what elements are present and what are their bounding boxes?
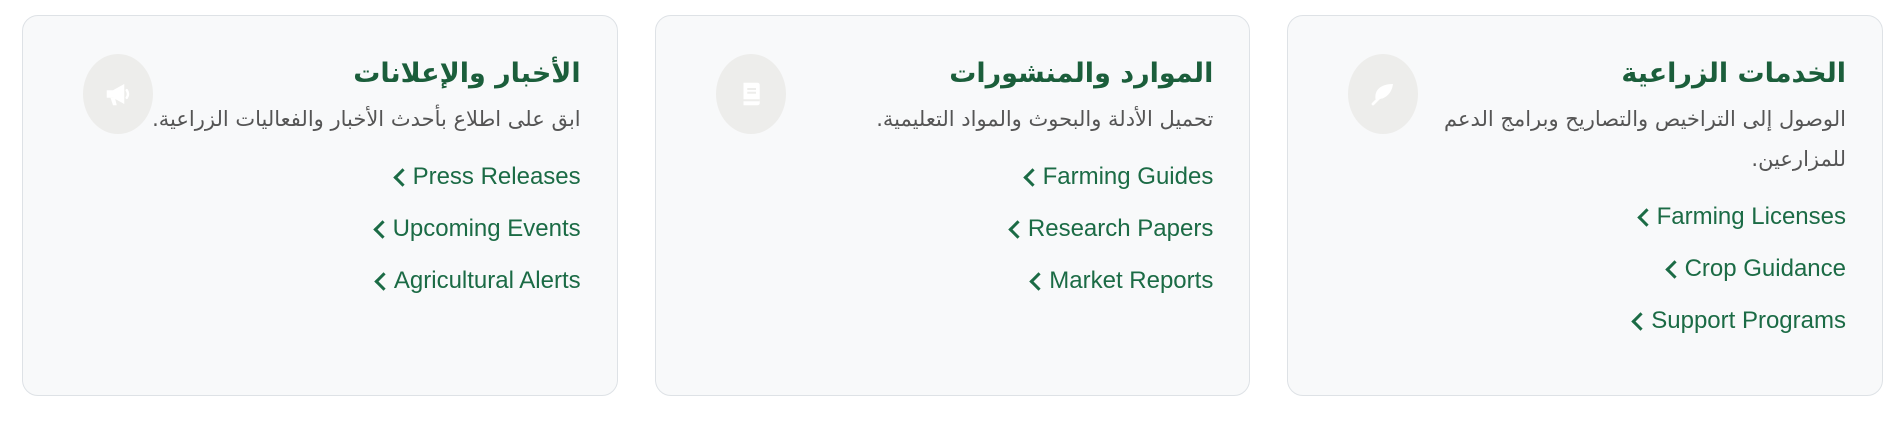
- link-label: Press Releases: [412, 163, 581, 191]
- link-label: Crop Guidance: [1684, 255, 1846, 283]
- chevron-left-icon: [372, 219, 392, 239]
- card-content: الخدمات الزراعية الوصول إلى التراخيص وال…: [1416, 56, 1846, 347]
- megaphone-icon-circle: [82, 54, 153, 134]
- link-label: Farming Guides: [1042, 163, 1214, 191]
- list-item: Agricultural Alerts: [151, 255, 581, 307]
- chevron-left-icon: [1664, 259, 1684, 279]
- card-description: الوصول إلى التراخيص والتصاريح وبرامج الد…: [1443, 107, 1846, 172]
- leaf-icon-circle: [1348, 54, 1419, 134]
- link-research-papers[interactable]: Research Papers: [1007, 215, 1213, 243]
- list-item: Press Releases: [151, 151, 581, 203]
- link-label: Farming Licenses: [1656, 203, 1846, 231]
- card-title: الموارد والمنشورات: [949, 58, 1214, 89]
- link-market-reports[interactable]: Market Reports: [1028, 267, 1213, 295]
- card-title: الخدمات الزراعية: [1621, 58, 1846, 89]
- link-farming-licenses[interactable]: Farming Licenses: [1636, 203, 1846, 231]
- card-news-announcements: الأخبار والإعلانات ابق على اطلاع بأحدث ا…: [21, 15, 618, 396]
- list-item: Farming Licenses: [1416, 191, 1846, 243]
- link-farming-guides[interactable]: Farming Guides: [1022, 163, 1214, 191]
- link-label: Agricultural Alerts: [393, 267, 581, 295]
- link-crop-guidance[interactable]: Crop Guidance: [1664, 255, 1846, 283]
- list-item: Farming Guides: [783, 151, 1213, 203]
- card-content: الأخبار والإعلانات ابق على اطلاع بأحدث ا…: [151, 56, 581, 307]
- chevron-left-icon: [1636, 207, 1656, 227]
- list-item: Upcoming Events: [151, 203, 581, 255]
- link-label: Support Programs: [1651, 307, 1846, 335]
- chevron-left-icon: [374, 271, 393, 291]
- chevron-left-icon: [392, 167, 412, 187]
- card-agricultural-services: الخدمات الزراعية الوصول إلى التراخيص وال…: [1287, 15, 1883, 396]
- book-icon: [743, 82, 760, 106]
- link-agricultural-alerts[interactable]: Agricultural Alerts: [373, 267, 581, 295]
- chevron-left-icon: [1008, 219, 1027, 239]
- card-content: الموارد والمنشورات تحميل الأدلة والبحوث …: [783, 56, 1213, 307]
- card-links: Farming Guides Research Papers Market Re…: [783, 151, 1213, 307]
- link-press-releases[interactable]: Press Releases: [392, 163, 581, 191]
- card-links: Farming Licenses Crop Guidance Support P…: [1416, 191, 1846, 347]
- list-item: Research Papers: [783, 203, 1213, 255]
- chevron-left-icon: [1631, 311, 1650, 331]
- list-item: Support Programs: [1416, 295, 1846, 347]
- link-label: Research Papers: [1027, 215, 1214, 243]
- list-item: Crop Guidance: [1416, 243, 1846, 295]
- card-title: الأخبار والإعلانات: [353, 58, 581, 89]
- megaphone-icon: [106, 84, 130, 106]
- chevron-left-icon: [1022, 167, 1042, 187]
- link-upcoming-events[interactable]: Upcoming Events: [372, 215, 581, 243]
- list-item: Market Reports: [783, 255, 1213, 307]
- card-description: ابق على اطلاع بأحدث الأخبار والفعاليات ا…: [152, 107, 581, 132]
- services-cards-row: الخدمات الزراعية الوصول إلى التراخيص وال…: [21, 15, 1883, 396]
- chevron-left-icon: [1029, 271, 1048, 291]
- book-icon-circle: [715, 54, 786, 134]
- card-links: Press Releases Upcoming Events Agricultu…: [151, 151, 581, 307]
- card-resources-publications: الموارد والمنشورات تحميل الأدلة والبحوث …: [654, 15, 1251, 396]
- leaf-icon: [1371, 84, 1394, 106]
- link-label: Upcoming Events: [392, 215, 581, 243]
- link-support-programs[interactable]: Support Programs: [1630, 307, 1846, 335]
- link-label: Market Reports: [1049, 267, 1214, 295]
- card-description: تحميل الأدلة والبحوث والمواد التعليمية.: [876, 107, 1214, 132]
